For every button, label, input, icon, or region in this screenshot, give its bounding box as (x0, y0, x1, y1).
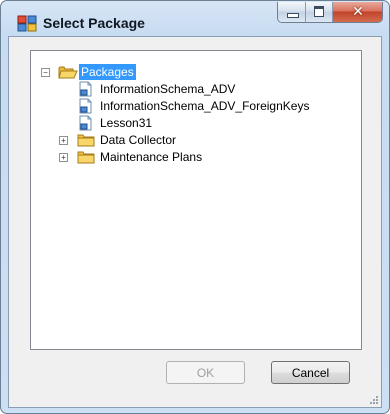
tree-node-folder[interactable]: + Data Collector (31, 132, 331, 148)
tree-node-folder[interactable]: + Maintenance Plans (31, 149, 331, 165)
tree-label-package[interactable]: InformationSchema_ADV (98, 81, 237, 97)
dialog-title: Select Package (43, 15, 145, 31)
title-bar[interactable]: Select Package ✕ (1, 1, 389, 37)
tree-node-package[interactable]: Lesson31 (31, 115, 331, 131)
package-tree[interactable]: − Packages InformationSchema_ADV Informa… (30, 50, 362, 350)
expand-expander[interactable]: + (59, 153, 68, 162)
tree-label-package[interactable]: Lesson31 (98, 115, 154, 131)
package-file-icon (79, 115, 92, 131)
tree-node-package[interactable]: InformationSchema_ADV_ForeignKeys (31, 98, 331, 114)
close-button[interactable]: ✕ (332, 2, 382, 22)
maximize-button[interactable] (306, 2, 333, 22)
select-package-dialog: Select Package ✕ − Packages InformationS… (0, 0, 390, 414)
resize-grip-icon[interactable] (369, 395, 379, 405)
close-icon: ✕ (352, 3, 364, 19)
package-file-icon (79, 98, 92, 114)
expand-expander[interactable]: + (59, 136, 68, 145)
maximize-icon (314, 6, 325, 17)
tree-label-packages[interactable]: Packages (79, 64, 136, 80)
ok-button[interactable]: OK (166, 361, 245, 384)
tree-label-folder[interactable]: Data Collector (98, 132, 178, 148)
minimize-icon (287, 13, 299, 18)
tree-node-package[interactable]: InformationSchema_ADV (31, 81, 331, 97)
cancel-button[interactable]: Cancel (271, 361, 350, 384)
tree-label-package[interactable]: InformationSchema_ADV_ForeignKeys (98, 98, 311, 114)
folder-icon (77, 151, 95, 164)
open-folder-icon (58, 66, 78, 79)
package-file-icon (79, 81, 92, 97)
folder-icon (77, 134, 95, 147)
collapse-expander[interactable]: − (41, 68, 50, 77)
package-app-icon (17, 15, 37, 32)
tree-node-packages[interactable]: − Packages (31, 64, 331, 80)
dialog-body: − Packages InformationSchema_ADV Informa… (8, 36, 382, 408)
tree-label-folder[interactable]: Maintenance Plans (98, 149, 204, 165)
minimize-button[interactable] (278, 2, 307, 22)
caption-buttons: ✕ (277, 2, 383, 23)
